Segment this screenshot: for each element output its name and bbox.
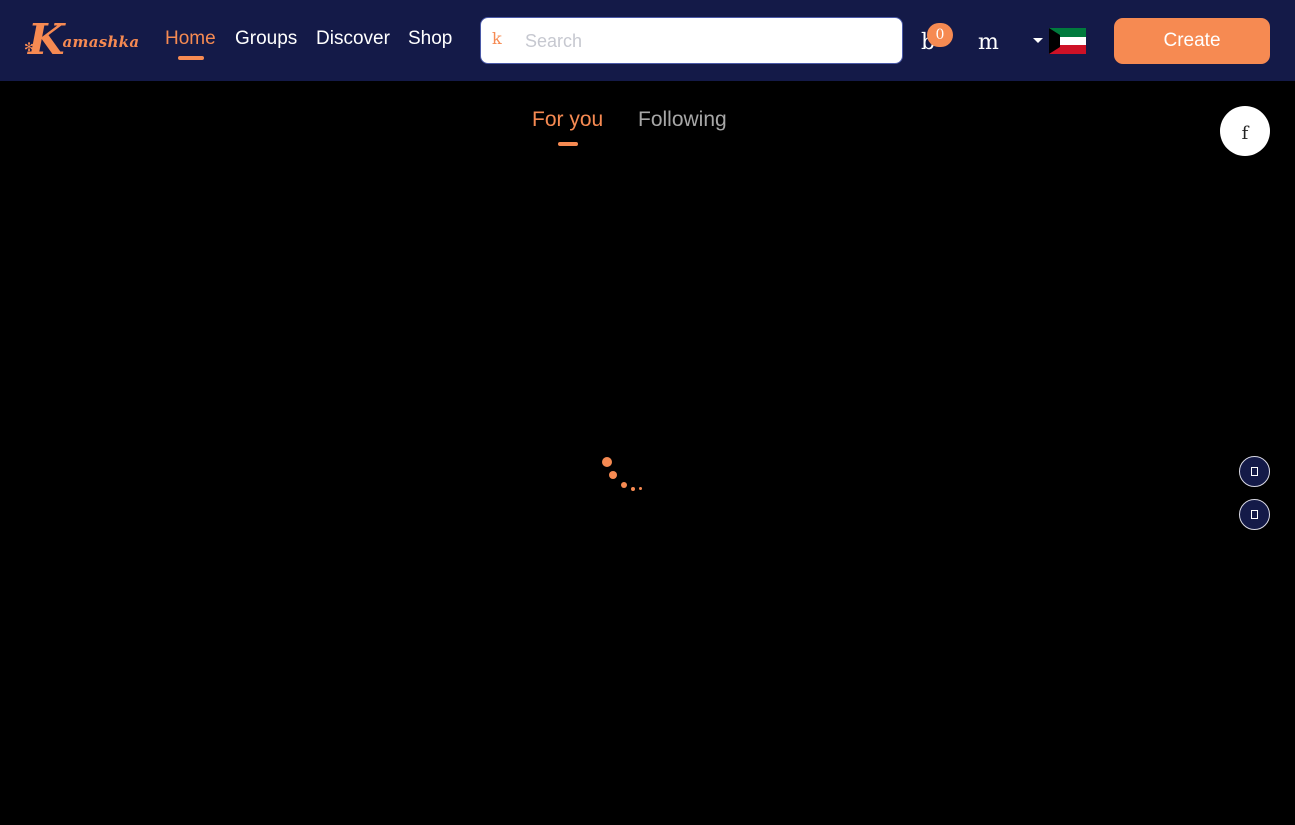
nav-active-indicator xyxy=(178,56,204,60)
side-down-button[interactable] xyxy=(1239,499,1270,530)
nav-item-groups[interactable]: Groups xyxy=(235,28,297,50)
square-icon xyxy=(1251,467,1258,476)
nav-item-discover[interactable]: Discover xyxy=(316,28,390,50)
search-icon: k xyxy=(492,29,502,48)
search-box: k xyxy=(480,17,903,64)
square-icon xyxy=(1251,510,1258,519)
tab-for-you[interactable]: For you xyxy=(532,108,603,132)
messages-icon[interactable]: m xyxy=(978,30,999,55)
tab-following[interactable]: Following xyxy=(638,108,727,132)
loading-spinner-icon xyxy=(598,454,648,494)
top-navigation-bar: ✻ K amashka Home Groups Discover Shop k … xyxy=(0,0,1295,81)
search-input[interactable] xyxy=(525,28,885,54)
nav-item-home[interactable]: Home xyxy=(165,28,216,50)
kuwait-flag-icon[interactable] xyxy=(1049,28,1086,54)
side-up-button[interactable] xyxy=(1239,456,1270,487)
spinner-dot xyxy=(602,457,612,467)
spinner-dot xyxy=(639,487,642,490)
notifications-count-badge: 0 xyxy=(927,23,953,47)
tab-active-indicator xyxy=(558,142,578,146)
kamashka-logo[interactable]: ✻ K amashka xyxy=(24,14,140,66)
language-dropdown-caret-icon[interactable] xyxy=(1033,38,1043,43)
spinner-dot xyxy=(621,482,627,488)
sparkle-icon: ✻ xyxy=(24,40,35,54)
spinner-dot xyxy=(631,487,635,491)
logo-wordmark: amashka xyxy=(62,33,140,51)
nav-item-shop[interactable]: Shop xyxy=(408,28,452,50)
floating-action-icon[interactable]: f xyxy=(1220,106,1270,156)
create-button[interactable]: Create xyxy=(1114,18,1270,64)
spinner-dot xyxy=(609,471,617,479)
